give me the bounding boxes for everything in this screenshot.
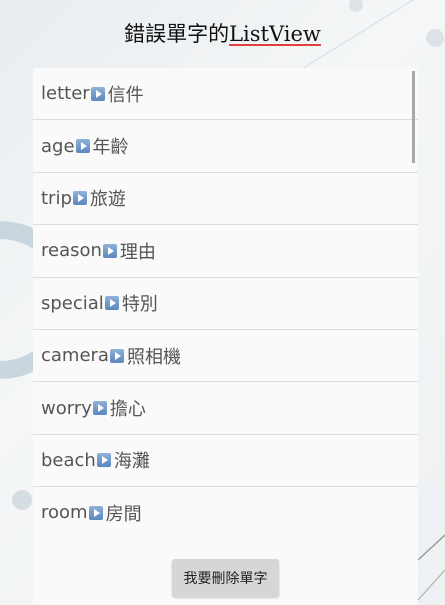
- word-english: age: [41, 135, 75, 157]
- title-text: 錯誤單字的: [124, 22, 230, 46]
- word-english: camera: [41, 345, 109, 367]
- word-chinese: 信件: [107, 84, 144, 106]
- delete-words-button[interactable]: 我要刪除單字: [172, 559, 279, 597]
- word-english: special: [41, 292, 104, 314]
- play-icon: [92, 401, 107, 416]
- list-item[interactable]: age 年齡: [33, 120, 418, 173]
- list-item[interactable]: letter 信件: [33, 68, 418, 121]
- word-chinese: 房間: [105, 503, 142, 525]
- word-chinese: 理由: [119, 241, 156, 263]
- word-english: trip: [41, 187, 72, 209]
- play-icon: [104, 296, 119, 311]
- word-chinese: 旅遊: [89, 189, 126, 211]
- word-chinese: 特別: [121, 294, 158, 316]
- word-chinese: 海灘: [113, 451, 150, 473]
- word-chinese: 照相機: [126, 346, 181, 368]
- list-item[interactable]: reason 理由: [33, 225, 418, 278]
- list-item[interactable]: special 特別: [33, 278, 418, 330]
- play-icon: [88, 505, 103, 520]
- play-icon: [90, 86, 105, 101]
- play-icon: [109, 348, 124, 363]
- play-icon: [102, 243, 117, 258]
- list-item[interactable]: beach 海灘: [33, 435, 418, 488]
- list-item[interactable]: room 房間: [33, 487, 418, 539]
- scrollbar[interactable]: [412, 71, 415, 163]
- list-panel: letter 信件 age 年齡 trip 旅遊 reason 理由 special 特別 came…: [33, 68, 418, 605]
- wrong-words-list[interactable]: letter 信件 age 年齡 trip 旅遊 reason 理由 special 特別 came…: [33, 68, 418, 539]
- word-english: room: [41, 502, 88, 524]
- word-english: beach: [41, 449, 96, 471]
- play-icon: [96, 453, 111, 468]
- title-listview: ListView: [229, 22, 321, 46]
- play-icon: [75, 139, 90, 154]
- list-item[interactable]: camera 照相機: [33, 330, 418, 383]
- list-item[interactable]: worry 擔心: [33, 382, 418, 435]
- word-english: letter: [41, 83, 90, 105]
- word-english: reason: [41, 240, 102, 262]
- page-title: 錯誤單字的ListView: [0, 18, 445, 48]
- play-icon: [72, 191, 87, 206]
- word-chinese: 年齡: [92, 137, 129, 159]
- word-chinese: 擔心: [109, 399, 146, 421]
- word-english: worry: [41, 397, 92, 419]
- list-item[interactable]: trip 旅遊: [33, 173, 418, 226]
